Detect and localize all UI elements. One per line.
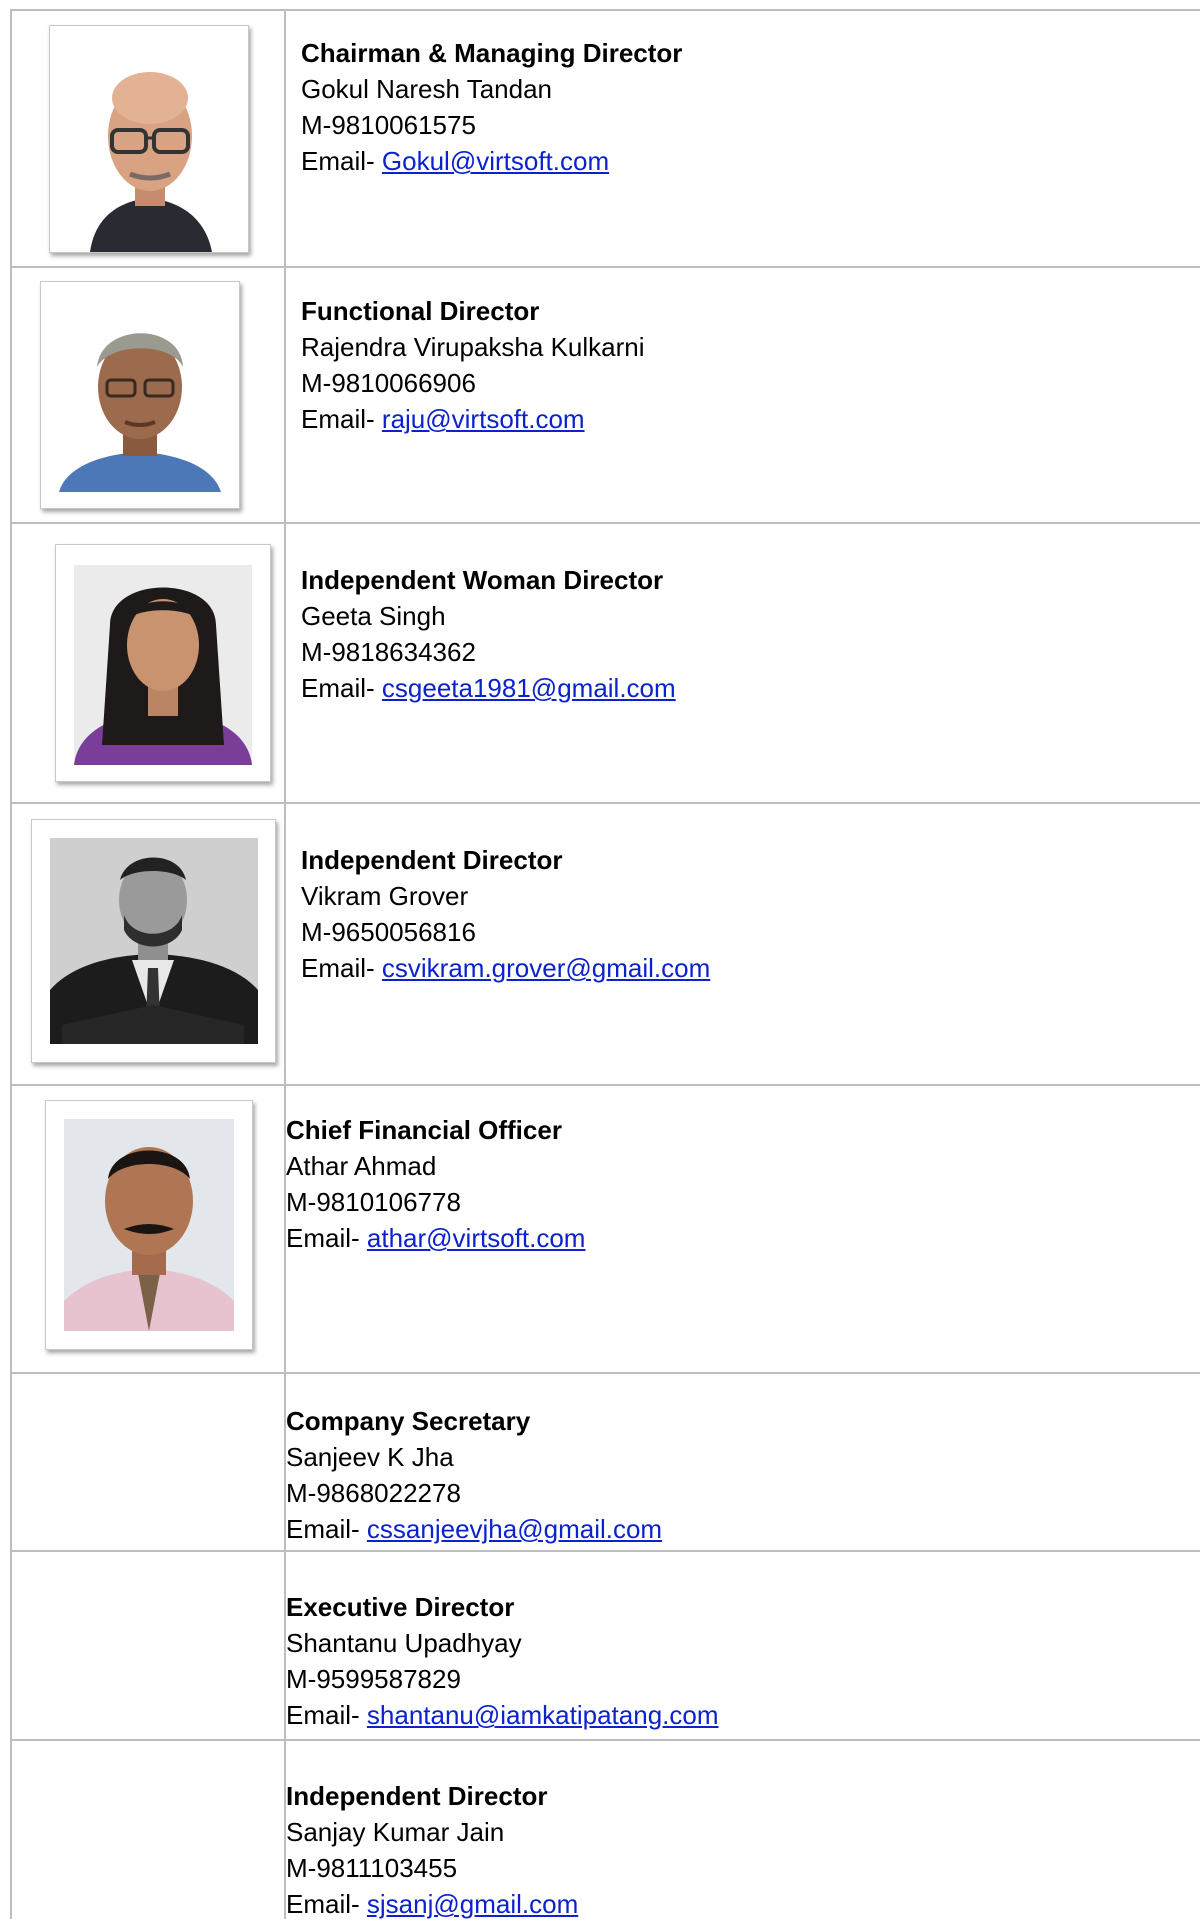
member-title: Chief Financial Officer	[286, 1115, 562, 1145]
portrait-icon	[50, 26, 248, 252]
email-label: Email-	[301, 146, 375, 176]
portrait-icon	[56, 545, 270, 781]
member-mobile: M-9810066906	[301, 368, 476, 398]
email-label: Email-	[301, 953, 375, 983]
row-divider	[10, 1084, 1200, 1086]
member-name: Geeta Singh	[301, 601, 446, 631]
member-photo	[45, 1100, 253, 1350]
row-divider	[10, 1739, 1200, 1741]
member-email-link[interactable]: Gokul@virtsoft.com	[382, 146, 609, 176]
member-name: Shantanu Upadhyay	[286, 1628, 522, 1658]
member-info: Chief Financial Officer Athar Ahmad M-98…	[286, 1112, 585, 1256]
member-photo	[55, 544, 271, 782]
row-divider	[10, 1550, 1200, 1552]
directors-table: Chairman & Managing Director Gokul Nares…	[0, 0, 1200, 1919]
portrait-icon	[46, 1101, 252, 1349]
portrait-icon	[41, 282, 239, 508]
member-mobile: M-9868022278	[286, 1478, 461, 1508]
member-title: Executive Director	[286, 1592, 515, 1622]
member-name: Vikram Grover	[301, 881, 469, 911]
member-title: Chairman & Managing Director	[301, 38, 683, 68]
member-info: Functional Director Rajendra Virupaksha …	[301, 293, 645, 437]
member-photo	[40, 281, 240, 509]
member-email-link[interactable]: csvikram.grover@gmail.com	[382, 953, 710, 983]
member-title: Company Secretary	[286, 1406, 531, 1436]
member-mobile: M-9810106778	[286, 1187, 461, 1217]
member-info: Executive Director Shantanu Upadhyay M-9…	[286, 1589, 719, 1733]
member-name: Rajendra Virupaksha Kulkarni	[301, 332, 645, 362]
member-info: Chairman & Managing Director Gokul Nares…	[301, 35, 682, 179]
email-label: Email-	[286, 1514, 360, 1544]
member-title: Functional Director	[301, 296, 540, 326]
member-email-link[interactable]: raju@virtsoft.com	[382, 404, 585, 434]
member-mobile: M-9650056816	[301, 917, 476, 947]
member-name: Sanjeev K Jha	[286, 1442, 454, 1472]
member-mobile: M-9599587829	[286, 1664, 461, 1694]
row-divider	[10, 1372, 1200, 1374]
member-title: Independent Director	[286, 1781, 548, 1811]
member-name: Athar Ahmad	[286, 1151, 437, 1181]
member-info: Company Secretary Sanjeev K Jha M-986802…	[286, 1403, 662, 1547]
table-border-left	[10, 9, 12, 1919]
member-email-link[interactable]: cssanjeevjha@gmail.com	[367, 1514, 662, 1544]
email-label: Email-	[286, 1700, 360, 1730]
member-photo	[49, 25, 249, 253]
member-photo	[31, 819, 276, 1063]
member-info: Independent Woman Director Geeta Singh M…	[301, 562, 676, 706]
row-divider	[10, 266, 1200, 268]
member-email-link[interactable]: csgeeta1981@gmail.com	[382, 673, 676, 703]
member-mobile: M-9818634362	[301, 637, 476, 667]
member-name: Gokul Naresh Tandan	[301, 74, 553, 104]
member-info: Independent Director Sanjay Kumar Jain M…	[286, 1778, 578, 1922]
member-name: Sanjay Kumar Jain	[286, 1817, 505, 1847]
member-email-link[interactable]: athar@virtsoft.com	[367, 1223, 586, 1253]
row-divider	[10, 802, 1200, 804]
portrait-icon	[32, 820, 275, 1062]
email-label: Email-	[301, 673, 375, 703]
email-label: Email-	[301, 404, 375, 434]
member-email-link[interactable]: shantanu@iamkatipatang.com	[367, 1700, 719, 1730]
row-divider	[10, 522, 1200, 524]
row-divider	[10, 9, 1200, 11]
email-label: Email-	[286, 1889, 360, 1919]
member-mobile: M-9811103455	[286, 1853, 458, 1883]
member-info: Independent Director Vikram Grover M-965…	[301, 842, 710, 986]
email-label: Email-	[286, 1223, 360, 1253]
member-mobile: M-9810061575	[301, 110, 476, 140]
member-email-link[interactable]: sjsanj@gmail.com	[367, 1889, 578, 1919]
member-title: Independent Woman Director	[301, 565, 664, 595]
member-title: Independent Director	[301, 845, 563, 875]
